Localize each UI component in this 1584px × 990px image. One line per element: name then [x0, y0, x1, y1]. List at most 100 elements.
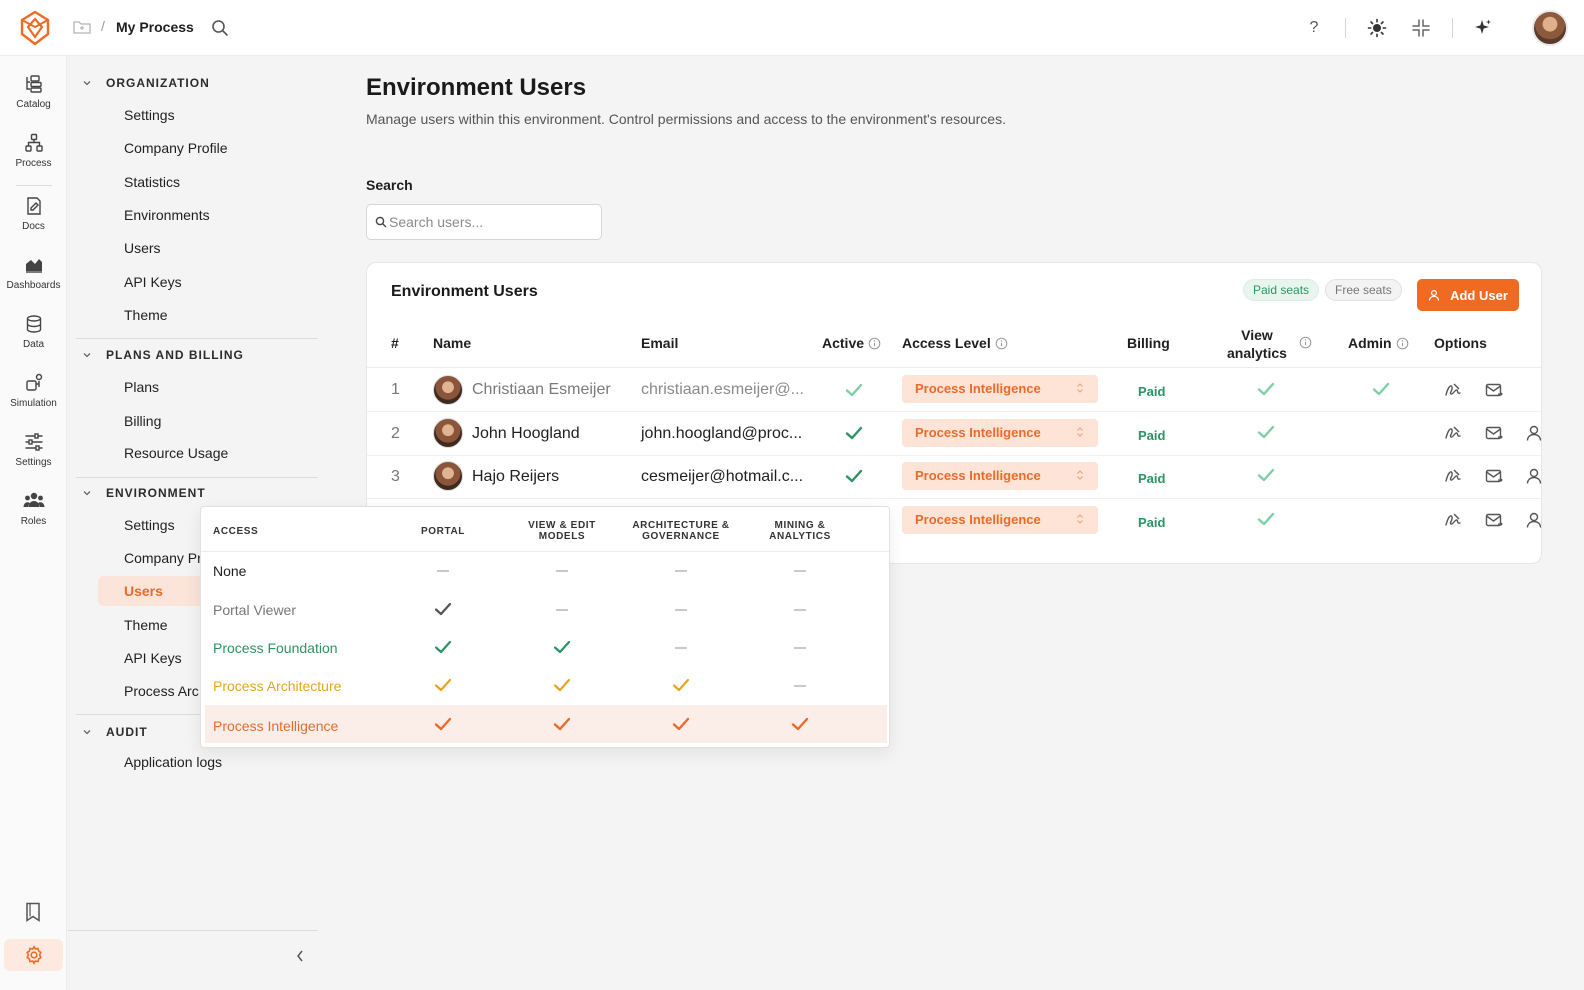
sidebar-item-company-profile[interactable]: Company Profile	[124, 140, 228, 156]
column-header-label: Admin	[1348, 335, 1392, 351]
rail-item-catalog[interactable]: Catalog	[0, 74, 67, 110]
access-level-select[interactable]: Process Intelligence	[902, 462, 1098, 490]
analytics-check-icon	[1257, 382, 1275, 396]
access-option-process-intelligence[interactable]: Process Intelligence	[213, 718, 338, 734]
rail-item-dashboards[interactable]: Dashboards	[0, 255, 67, 291]
send-mail-icon[interactable]	[1485, 511, 1503, 529]
column-header-access-level[interactable]: Access Level	[902, 335, 1008, 351]
access-option-none[interactable]: None	[213, 563, 246, 579]
rail-label: Settings	[15, 457, 52, 468]
search-field[interactable]	[366, 204, 602, 240]
info-icon[interactable]	[1299, 336, 1312, 349]
sidebar-item-env-company-profile[interactable]: Company Pr	[124, 550, 202, 566]
access-level-select[interactable]: Process Intelligence	[902, 419, 1098, 447]
divider	[1452, 18, 1453, 38]
section-plans-billing[interactable]: PLANS AND BILLING	[82, 348, 244, 362]
section-environment[interactable]: ENVIRONMENT	[82, 486, 206, 500]
user-icon[interactable]	[1525, 511, 1543, 529]
add-user-button[interactable]: Add User	[1417, 279, 1519, 311]
header-line: VIEW & EDIT	[528, 520, 596, 531]
billing-status: Paid	[1138, 515, 1166, 530]
rail-item-docs[interactable]: Docs	[0, 196, 67, 232]
user-icon[interactable]	[1525, 424, 1543, 442]
rail-label: Roles	[20, 516, 47, 527]
search-icon[interactable]	[210, 18, 230, 38]
sidebar-divider	[76, 338, 318, 339]
search-input[interactable]	[389, 211, 589, 233]
user-icon[interactable]	[1525, 467, 1543, 485]
breadcrumb-process-title[interactable]: My Process	[116, 19, 194, 35]
sidebar-item-env-process-architecture[interactable]: Process Arc	[124, 683, 199, 699]
user-name[interactable]: Hajo Reijers	[472, 468, 559, 486]
send-mail-icon[interactable]	[1485, 467, 1503, 485]
sidebar-item-plans[interactable]: Plans	[124, 379, 159, 395]
access-level-select[interactable]: Process Intelligence	[902, 506, 1098, 534]
rail-item-simulation[interactable]: Simulation	[0, 373, 67, 409]
popup-header-portal: PORTAL	[421, 526, 465, 537]
rail-item-roles[interactable]: Roles	[0, 491, 67, 527]
column-header-num: #	[391, 335, 399, 351]
sidebar-item-env-theme[interactable]: Theme	[124, 617, 168, 633]
sidebar-item-org-api-keys[interactable]: API Keys	[124, 274, 182, 290]
sidebar-item-resource-usage[interactable]: Resource Usage	[124, 445, 228, 461]
column-header-email[interactable]: Email	[641, 335, 678, 351]
info-icon[interactable]	[1396, 337, 1409, 350]
sidebar-item-statistics[interactable]: Statistics	[124, 174, 180, 190]
sidebar-item-billing[interactable]: Billing	[124, 413, 161, 429]
user-name[interactable]: John Hoogland	[472, 425, 580, 443]
catalog-icon	[25, 75, 42, 93]
column-header-billing[interactable]: Billing	[1127, 335, 1170, 351]
left-rail: Catalog Process Docs Dashboards Data Sim…	[0, 56, 67, 990]
collapse-sidebar-button[interactable]	[290, 946, 310, 966]
sidebar-item-application-logs[interactable]: Application logs	[124, 754, 222, 770]
user-avatar[interactable]	[1532, 10, 1568, 46]
section-audit[interactable]: AUDIT	[82, 725, 148, 739]
sidebar-item-env-api-keys[interactable]: API Keys	[124, 650, 182, 666]
chevron-left-icon	[297, 950, 303, 962]
info-icon[interactable]	[868, 337, 881, 350]
paid-seats-badge[interactable]: Paid seats	[1243, 279, 1320, 301]
folder-icon[interactable]	[73, 19, 91, 35]
signature-icon[interactable]	[1444, 381, 1462, 399]
rail-settings-gear[interactable]	[4, 939, 63, 971]
sidebar-item-org-users[interactable]: Users	[124, 240, 161, 256]
column-header-name[interactable]: Name	[433, 335, 471, 351]
column-header-active[interactable]: Active	[822, 335, 881, 351]
rail-item-settings[interactable]: Settings	[0, 432, 67, 468]
rail-item-process[interactable]: Process	[0, 133, 67, 169]
row-divider	[367, 411, 1541, 412]
free-seats-badge[interactable]: Free seats	[1325, 279, 1402, 301]
access-option-process-foundation[interactable]: Process Foundation	[213, 640, 338, 656]
signature-icon[interactable]	[1444, 424, 1462, 442]
sidebar-item-org-settings[interactable]: Settings	[124, 107, 175, 123]
sidebar-item-env-settings[interactable]: Settings	[124, 517, 175, 533]
section-title: ENVIRONMENT	[106, 486, 206, 500]
signature-icon[interactable]	[1444, 511, 1462, 529]
access-level-select[interactable]: Process Intelligence	[902, 375, 1098, 403]
docs-icon	[26, 197, 41, 215]
send-mail-icon[interactable]	[1485, 424, 1503, 442]
theme-sun-icon[interactable]	[1366, 17, 1388, 39]
collapse-arrows-icon[interactable]	[1410, 17, 1432, 39]
info-icon[interactable]	[995, 337, 1008, 350]
column-header-admin[interactable]: Admin	[1348, 335, 1409, 351]
access-option-process-architecture[interactable]: Process Architecture	[213, 678, 341, 694]
signature-icon[interactable]	[1444, 467, 1462, 485]
sidebar-item-environments[interactable]: Environments	[124, 207, 210, 223]
bookmark-icon[interactable]	[24, 902, 42, 922]
column-header-view-analytics[interactable]: View analytics	[1227, 326, 1287, 362]
section-organization[interactable]: ORGANIZATION	[82, 76, 210, 90]
sidebar-item-org-theme[interactable]: Theme	[124, 307, 168, 323]
access-level-value: Process Intelligence	[915, 425, 1041, 440]
sidebar-item-env-users[interactable]: Users	[124, 583, 163, 599]
send-mail-icon[interactable]	[1485, 381, 1503, 399]
app-logo-icon[interactable]	[18, 10, 52, 46]
rail-item-data[interactable]: Data	[0, 314, 67, 350]
permission-check-icon	[434, 640, 452, 654]
help-icon[interactable]: ?	[1303, 17, 1325, 39]
add-user-label: Add User	[1450, 287, 1508, 303]
row-number: 2	[391, 425, 400, 442]
user-name[interactable]: Christiaan Esmeijer	[472, 381, 611, 399]
sparkle-ai-icon[interactable]	[1472, 17, 1494, 39]
access-option-portal-viewer[interactable]: Portal Viewer	[213, 602, 296, 618]
